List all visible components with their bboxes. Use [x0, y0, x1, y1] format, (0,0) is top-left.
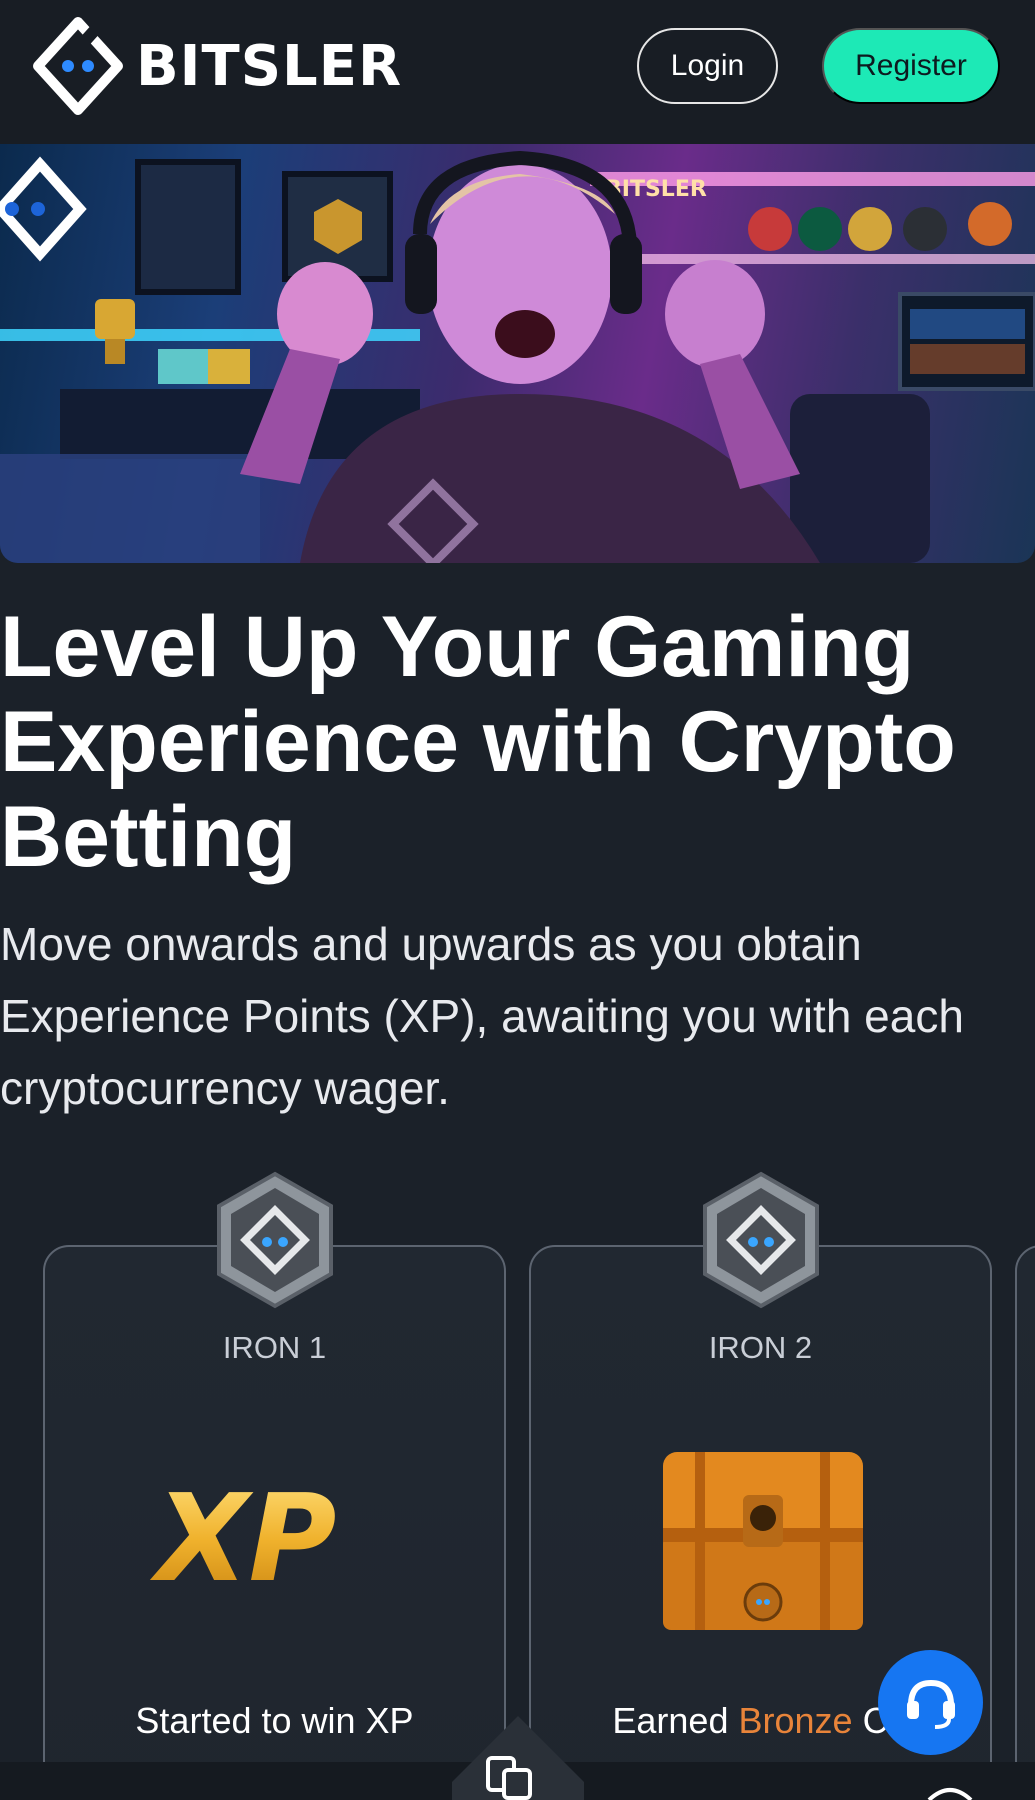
- xp-reward-image: XP: [149, 1470, 336, 1600]
- brand-logo[interactable]: BITSLER: [30, 14, 402, 118]
- level-card-next[interactable]: [1015, 1245, 1035, 1800]
- register-button[interactable]: Register: [822, 28, 1000, 104]
- hero-image: BITSLER: [0, 144, 1035, 563]
- brand-name: BITSLER: [136, 33, 403, 99]
- xp-art-text: XP: [149, 1470, 336, 1600]
- page-subtext: Move onwards and upwards as you obtain E…: [0, 918, 964, 1114]
- games-icon[interactable]: [452, 1716, 584, 1800]
- top-header: BITSLER Login Register: [0, 0, 1035, 144]
- hero-illustration: BITSLER: [0, 150, 1035, 563]
- profile-icon[interactable]: [925, 1786, 975, 1800]
- login-button[interactable]: Login: [637, 28, 778, 104]
- iron-badge-icon: [703, 1171, 819, 1309]
- bitsler-logo-icon: [33, 17, 123, 115]
- level-label: IRON 1: [222, 1330, 327, 1365]
- support-headset-icon: [906, 1679, 955, 1729]
- treasure-chest-icon: [663, 1452, 863, 1630]
- support-chat-button[interactable]: [878, 1650, 983, 1755]
- reward-highlight: Bronze: [738, 1700, 853, 1741]
- iron-badge-icon: [217, 1171, 333, 1309]
- page-headline: Level Up Your Gaming Experience with Cry…: [0, 599, 956, 885]
- level-label: IRON 2: [708, 1330, 813, 1365]
- level-reward-text: Started to win XP: [135, 1700, 414, 1741]
- reward-prefix: Earned: [612, 1700, 739, 1741]
